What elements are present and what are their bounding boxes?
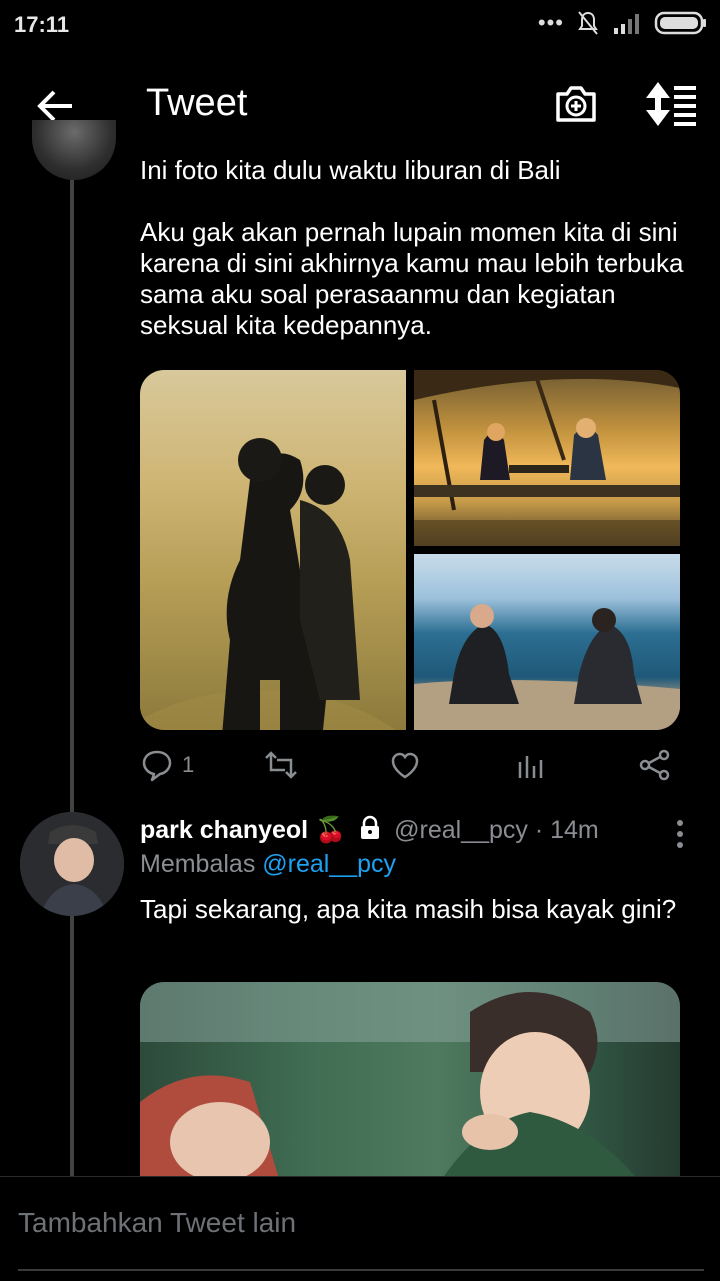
photo-two-on-shore[interactable] <box>414 554 680 730</box>
thread-sort-icon[interactable] <box>644 80 700 128</box>
signal-icon <box>614 14 639 34</box>
bell-off-icon <box>578 11 598 35</box>
reply-action[interactable]: 1 <box>140 745 194 785</box>
analytics-action[interactable] <box>515 745 545 785</box>
media-grid <box>140 370 680 730</box>
reply-icon <box>142 750 172 782</box>
reply-count: 1 <box>182 752 195 777</box>
heart-icon <box>391 752 419 779</box>
reply-mention-link[interactable]: @real__pcy <box>262 850 396 878</box>
battery-icon <box>654 11 706 35</box>
tweet-text: Tapi sekarang, apa kita masih bisa kayak… <box>140 894 677 924</box>
photo-dinner-sunset[interactable] <box>414 370 680 546</box>
username[interactable]: @real__pcy <box>394 816 528 844</box>
thread-connector <box>70 170 74 1176</box>
page-title: Tweet <box>146 82 248 124</box>
reply-prefix: Membalas <box>140 850 256 878</box>
compose-input[interactable]: Tambahkan Tweet lain <box>18 1207 296 1239</box>
more-dots-icon: ••• <box>537 10 564 35</box>
photo-two-boys-green[interactable] <box>140 982 680 1182</box>
more-vertical-icon[interactable] <box>670 819 690 849</box>
like-action[interactable] <box>388 745 422 785</box>
avatar[interactable] <box>20 812 124 916</box>
tweet-paragraph: Ini foto kita dulu waktu liburan di Bali <box>140 155 561 185</box>
share-action[interactable] <box>638 745 672 785</box>
tweet-paragraph: Aku gak akan pernah lupain momen kita di… <box>140 217 684 340</box>
tweet-time: · 14m <box>534 816 599 844</box>
display-name[interactable]: park chanyeol 🍒 <box>140 816 346 844</box>
input-underline <box>18 1269 704 1271</box>
retweet-icon <box>265 751 297 779</box>
camera-add-icon[interactable] <box>552 80 600 128</box>
tweet-actions: 1 <box>140 745 685 785</box>
lock-icon <box>361 815 380 839</box>
tweet-header: park chanyeol 🍒 @real__pcy · 14m <box>140 815 700 855</box>
avatar[interactable] <box>32 120 116 180</box>
photo-couple-beach[interactable] <box>140 370 406 730</box>
reply-context: Membalas @real__pcy <box>140 850 396 879</box>
status-time: 17:11 <box>14 12 70 37</box>
retweet-action[interactable] <box>262 745 300 785</box>
share-icon <box>639 749 670 781</box>
composer-bar: Tambahkan Tweet lain <box>0 1176 720 1281</box>
status-bar: 17:11 ••• <box>0 0 720 50</box>
analytics-icon <box>518 756 543 778</box>
status-icons: ••• <box>538 10 708 36</box>
tweet-text: Ini foto kita dulu waktu liburan di Bali… <box>140 155 690 372</box>
